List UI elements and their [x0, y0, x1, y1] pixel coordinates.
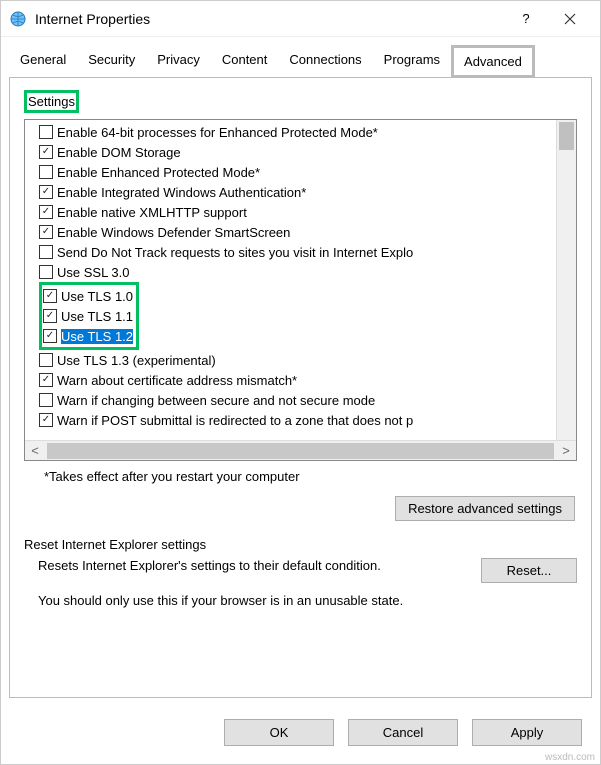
internet-properties-dialog: Internet Properties ? General Security P…	[0, 0, 601, 765]
setting-row[interactable]: Warn if changing between secure and not …	[39, 390, 576, 410]
tab-content[interactable]: Content	[211, 45, 279, 78]
setting-label: Enable native XMLHTTP support	[57, 205, 247, 220]
setting-label: Warn if POST submittal is redirected to …	[57, 413, 413, 428]
setting-label: Enable Enhanced Protected Mode*	[57, 165, 260, 180]
window-title: Internet Properties	[35, 11, 504, 27]
settings-list[interactable]: Enable 64-bit processes for Enhanced Pro…	[25, 120, 576, 460]
settings-listbox: Enable 64-bit processes for Enhanced Pro…	[24, 119, 577, 461]
setting-label: Use SSL 3.0	[57, 265, 130, 280]
setting-row[interactable]: Use SSL 3.0	[39, 262, 576, 282]
setting-row[interactable]: ✓ Warn if POST submittal is redirected to…	[39, 410, 576, 430]
checkbox[interactable]: ✓	[39, 413, 53, 427]
checkbox[interactable]	[39, 353, 53, 367]
setting-label: Send Do Not Track requests to sites you …	[57, 245, 413, 260]
cancel-button[interactable]: Cancel	[348, 719, 458, 746]
setting-label: Use TLS 1.1	[61, 309, 133, 324]
restart-footnote: *Takes effect after you restart your com…	[44, 469, 577, 484]
vertical-scrollbar[interactable]	[556, 120, 576, 440]
checkbox[interactable]	[39, 245, 53, 259]
reset-group-label: Reset Internet Explorer settings	[24, 537, 577, 552]
setting-label: Enable Windows Defender SmartScreen	[57, 225, 290, 240]
checkbox[interactable]: ✓	[43, 329, 57, 343]
checkbox[interactable]	[39, 265, 53, 279]
checkbox[interactable]: ✓	[39, 185, 53, 199]
setting-row[interactable]: ✓ Enable Integrated Windows Authenticatio…	[39, 182, 576, 202]
setting-row[interactable]: ✓ Use TLS 1.2	[43, 326, 133, 346]
restore-advanced-button[interactable]: Restore advanced settings	[395, 496, 575, 521]
setting-label: Enable 64-bit processes for Enhanced Pro…	[57, 125, 378, 140]
reset-group: Reset Internet Explorer settings Resets …	[24, 537, 577, 608]
setting-row[interactable]: Enable Enhanced Protected Mode*	[39, 162, 576, 182]
setting-row[interactable]: ✓ Warn about certificate address mismatch…	[39, 370, 576, 390]
scroll-left-icon[interactable]: <	[25, 443, 45, 458]
setting-row[interactable]: ✓ Use TLS 1.1	[43, 306, 133, 326]
tab-privacy[interactable]: Privacy	[146, 45, 211, 78]
setting-label: Enable Integrated Windows Authentication…	[57, 185, 306, 200]
setting-row[interactable]: ✓ Use TLS 1.0	[43, 286, 133, 306]
reset-description: Resets Internet Explorer's settings to t…	[38, 558, 465, 573]
setting-label: Warn if changing between secure and not …	[57, 393, 375, 408]
checkbox[interactable]: ✓	[39, 205, 53, 219]
checkbox[interactable]	[39, 165, 53, 179]
setting-label: Enable DOM Storage	[57, 145, 181, 160]
setting-row[interactable]: Enable 64-bit processes for Enhanced Pro…	[39, 122, 576, 142]
checkbox[interactable]: ✓	[43, 309, 57, 323]
setting-row[interactable]: ✓ Enable native XMLHTTP support	[39, 202, 576, 222]
checkbox[interactable]: ✓	[39, 225, 53, 239]
reset-warning: You should only use this if your browser…	[38, 593, 577, 608]
horizontal-scrollbar[interactable]: < >	[25, 440, 576, 460]
checkbox[interactable]: ✓	[39, 145, 53, 159]
setting-row[interactable]: ✓ Enable Windows Defender SmartScreen	[39, 222, 576, 242]
setting-label: Warn about certificate address mismatch*	[57, 373, 297, 388]
reset-button[interactable]: Reset...	[481, 558, 577, 583]
tab-connections[interactable]: Connections	[278, 45, 372, 78]
setting-row[interactable]: Send Do Not Track requests to sites you …	[39, 242, 576, 262]
globe-icon	[9, 10, 27, 28]
apply-button[interactable]: Apply	[472, 719, 582, 746]
watermark: wsxdn.com	[545, 752, 595, 763]
setting-row[interactable]: ✓ Enable DOM Storage	[39, 142, 576, 162]
checkbox[interactable]	[39, 393, 53, 407]
tab-general[interactable]: General	[9, 45, 77, 78]
tab-programs[interactable]: Programs	[373, 45, 451, 78]
scroll-right-icon[interactable]: >	[556, 443, 576, 458]
tab-advanced[interactable]: Advanced	[451, 45, 535, 78]
setting-row[interactable]: Use TLS 1.3 (experimental)	[39, 350, 576, 370]
setting-label: Use TLS 1.3 (experimental)	[57, 353, 216, 368]
dialog-buttons: OK Cancel Apply	[1, 707, 600, 764]
tab-strip: General Security Privacy Content Connect…	[1, 37, 600, 78]
checkbox[interactable]	[39, 125, 53, 139]
tab-advanced-panel: Settings Enable 64-bit processes for Enh…	[9, 77, 592, 698]
checkbox[interactable]: ✓	[39, 373, 53, 387]
setting-label: Use TLS 1.2	[61, 329, 133, 344]
ok-button[interactable]: OK	[224, 719, 334, 746]
titlebar: Internet Properties ?	[1, 1, 600, 37]
settings-label: Settings	[24, 90, 79, 113]
close-button[interactable]	[548, 4, 592, 34]
tab-security[interactable]: Security	[77, 45, 146, 78]
help-button[interactable]: ?	[504, 4, 548, 34]
checkbox[interactable]: ✓	[43, 289, 57, 303]
setting-label: Use TLS 1.0	[61, 289, 133, 304]
